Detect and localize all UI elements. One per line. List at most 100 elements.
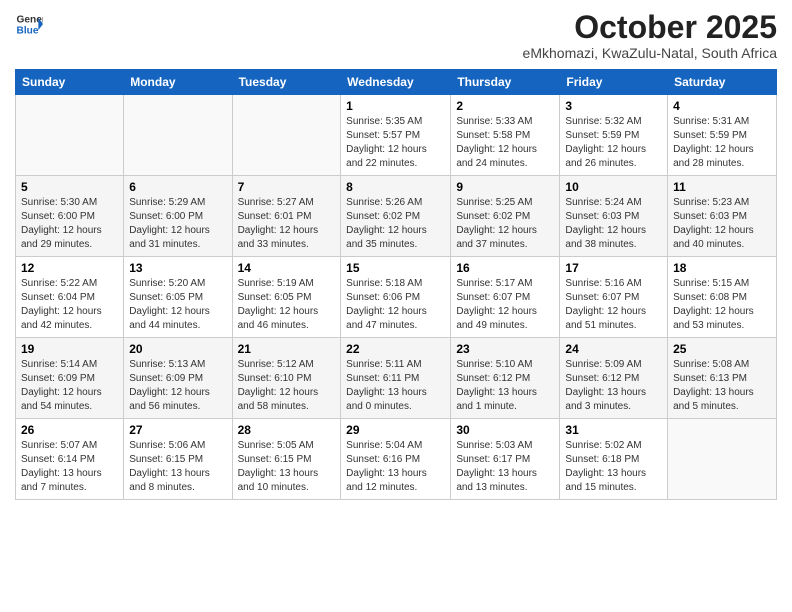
day-number: 16 [456, 261, 554, 275]
calendar-week-row: 12 Sunrise: 5:22 AM Sunset: 6:04 PM Dayli… [16, 257, 777, 338]
day-info: Sunrise: 5:10 AM Sunset: 6:12 PM Dayligh… [456, 358, 554, 414]
day-number: 18 [673, 261, 771, 275]
day-info: Sunrise: 5:22 AM Sunset: 6:04 PM Dayligh… [21, 277, 118, 333]
day-info: Sunrise: 5:13 AM Sunset: 6:09 PM Dayligh… [129, 358, 226, 414]
day-info: Sunrise: 5:19 AM Sunset: 6:05 PM Dayligh… [238, 277, 336, 333]
day-info: Sunrise: 5:06 AM Sunset: 6:15 PM Dayligh… [129, 439, 226, 495]
day-number: 31 [565, 423, 662, 437]
calendar-cell: 17 Sunrise: 5:16 AM Sunset: 6:07 PM Dayli… [560, 257, 668, 338]
calendar-cell: 29 Sunrise: 5:04 AM Sunset: 6:16 PM Dayli… [341, 419, 451, 500]
day-number: 23 [456, 342, 554, 356]
calendar-cell: 21 Sunrise: 5:12 AM Sunset: 6:10 PM Dayli… [232, 338, 341, 419]
calendar-cell: 19 Sunrise: 5:14 AM Sunset: 6:09 PM Dayli… [16, 338, 124, 419]
day-number: 26 [21, 423, 118, 437]
col-header-sunday: Sunday [16, 70, 124, 95]
day-info: Sunrise: 5:17 AM Sunset: 6:07 PM Dayligh… [456, 277, 554, 333]
day-info: Sunrise: 5:31 AM Sunset: 5:59 PM Dayligh… [673, 115, 771, 171]
day-info: Sunrise: 5:33 AM Sunset: 5:58 PM Dayligh… [456, 115, 554, 171]
calendar-cell: 8Sunrise: 5:26 AM Sunset: 6:02 PM Daylig… [341, 176, 451, 257]
day-info: Sunrise: 5:12 AM Sunset: 6:10 PM Dayligh… [238, 358, 336, 414]
day-info: Sunrise: 5:25 AM Sunset: 6:02 PM Dayligh… [456, 196, 554, 252]
day-info: Sunrise: 5:03 AM Sunset: 6:17 PM Dayligh… [456, 439, 554, 495]
day-info: Sunrise: 5:14 AM Sunset: 6:09 PM Dayligh… [21, 358, 118, 414]
col-header-saturday: Saturday [668, 70, 777, 95]
calendar-cell: 9 Sunrise: 5:25 AM Sunset: 6:02 PM Daylig… [451, 176, 560, 257]
calendar-cell [16, 95, 124, 176]
day-info: Sunrise: 5:16 AM Sunset: 6:07 PM Dayligh… [565, 277, 662, 333]
day-number: 12 [21, 261, 118, 275]
day-number: 27 [129, 423, 226, 437]
day-info: Sunrise: 5:15 AM Sunset: 6:08 PM Dayligh… [673, 277, 771, 333]
day-number: 1 [346, 99, 445, 113]
day-info: Sunrise: 5:32 AM Sunset: 5:59 PM Dayligh… [565, 115, 662, 171]
calendar-cell: 25 Sunrise: 5:08 AM Sunset: 6:13 PM Dayli… [668, 338, 777, 419]
day-number: 30 [456, 423, 554, 437]
day-info: Sunrise: 5:20 AM Sunset: 6:05 PM Dayligh… [129, 277, 226, 333]
page-header: General Blue October 2025 eMkhomazi, Kwa… [15, 10, 777, 61]
calendar-cell: 2 Sunrise: 5:33 AM Sunset: 5:58 PM Daylig… [451, 95, 560, 176]
calendar-cell: 1Sunrise: 5:35 AM Sunset: 5:57 PM Daylig… [341, 95, 451, 176]
calendar-week-row: 26 Sunrise: 5:07 AM Sunset: 6:14 PM Dayli… [16, 419, 777, 500]
day-number: 13 [129, 261, 226, 275]
day-number: 6 [129, 180, 226, 194]
calendar-cell: 10 Sunrise: 5:24 AM Sunset: 6:03 PM Dayli… [560, 176, 668, 257]
day-number: 2 [456, 99, 554, 113]
title-block: October 2025 eMkhomazi, KwaZulu-Natal, S… [523, 10, 777, 61]
location-subtitle: eMkhomazi, KwaZulu-Natal, South Africa [523, 45, 777, 61]
day-number: 3 [565, 99, 662, 113]
calendar-cell [124, 95, 232, 176]
calendar-cell: 26 Sunrise: 5:07 AM Sunset: 6:14 PM Dayli… [16, 419, 124, 500]
day-info: Sunrise: 5:30 AM Sunset: 6:00 PM Dayligh… [21, 196, 118, 252]
calendar-cell: 31 Sunrise: 5:02 AM Sunset: 6:18 PM Dayli… [560, 419, 668, 500]
calendar-week-row: 1Sunrise: 5:35 AM Sunset: 5:57 PM Daylig… [16, 95, 777, 176]
calendar-cell: 12 Sunrise: 5:22 AM Sunset: 6:04 PM Dayli… [16, 257, 124, 338]
calendar-table: SundayMondayTuesdayWednesdayThursdayFrid… [15, 69, 777, 500]
day-info: Sunrise: 5:24 AM Sunset: 6:03 PM Dayligh… [565, 196, 662, 252]
calendar-cell: 4 Sunrise: 5:31 AM Sunset: 5:59 PM Daylig… [668, 95, 777, 176]
day-number: 10 [565, 180, 662, 194]
calendar-cell: 11 Sunrise: 5:23 AM Sunset: 6:03 PM Dayli… [668, 176, 777, 257]
logo-icon: General Blue [15, 10, 43, 38]
day-info: Sunrise: 5:29 AM Sunset: 6:00 PM Dayligh… [129, 196, 226, 252]
calendar-cell: 5Sunrise: 5:30 AM Sunset: 6:00 PM Daylig… [16, 176, 124, 257]
calendar-week-row: 5Sunrise: 5:30 AM Sunset: 6:00 PM Daylig… [16, 176, 777, 257]
day-info: Sunrise: 5:23 AM Sunset: 6:03 PM Dayligh… [673, 196, 771, 252]
day-number: 4 [673, 99, 771, 113]
day-number: 19 [21, 342, 118, 356]
day-number: 21 [238, 342, 336, 356]
calendar-cell: 15Sunrise: 5:18 AM Sunset: 6:06 PM Dayli… [341, 257, 451, 338]
day-info: Sunrise: 5:08 AM Sunset: 6:13 PM Dayligh… [673, 358, 771, 414]
calendar-cell: 28 Sunrise: 5:05 AM Sunset: 6:15 PM Dayli… [232, 419, 341, 500]
day-info: Sunrise: 5:07 AM Sunset: 6:14 PM Dayligh… [21, 439, 118, 495]
day-info: Sunrise: 5:05 AM Sunset: 6:15 PM Dayligh… [238, 439, 336, 495]
calendar-cell: 24Sunrise: 5:09 AM Sunset: 6:12 PM Dayli… [560, 338, 668, 419]
day-info: Sunrise: 5:18 AM Sunset: 6:06 PM Dayligh… [346, 277, 445, 333]
calendar-cell: 16 Sunrise: 5:17 AM Sunset: 6:07 PM Dayli… [451, 257, 560, 338]
calendar-cell [668, 419, 777, 500]
col-header-thursday: Thursday [451, 70, 560, 95]
day-number: 20 [129, 342, 226, 356]
calendar-cell: 18 Sunrise: 5:15 AM Sunset: 6:08 PM Dayli… [668, 257, 777, 338]
calendar-cell: 22 Sunrise: 5:11 AM Sunset: 6:11 PM Dayli… [341, 338, 451, 419]
calendar-cell: 7Sunrise: 5:27 AM Sunset: 6:01 PM Daylig… [232, 176, 341, 257]
day-number: 17 [565, 261, 662, 275]
col-header-monday: Monday [124, 70, 232, 95]
day-number: 24 [565, 342, 662, 356]
calendar-cell: 30 Sunrise: 5:03 AM Sunset: 6:17 PM Dayli… [451, 419, 560, 500]
day-number: 7 [238, 180, 336, 194]
day-info: Sunrise: 5:02 AM Sunset: 6:18 PM Dayligh… [565, 439, 662, 495]
logo: General Blue [15, 10, 43, 38]
day-info: Sunrise: 5:11 AM Sunset: 6:11 PM Dayligh… [346, 358, 445, 414]
calendar-cell: 6 Sunrise: 5:29 AM Sunset: 6:00 PM Daylig… [124, 176, 232, 257]
col-header-wednesday: Wednesday [341, 70, 451, 95]
day-number: 28 [238, 423, 336, 437]
day-number: 9 [456, 180, 554, 194]
month-title: October 2025 [523, 10, 777, 45]
day-info: Sunrise: 5:04 AM Sunset: 6:16 PM Dayligh… [346, 439, 445, 495]
col-header-friday: Friday [560, 70, 668, 95]
day-number: 25 [673, 342, 771, 356]
day-number: 29 [346, 423, 445, 437]
day-number: 11 [673, 180, 771, 194]
calendar-cell [232, 95, 341, 176]
day-number: 22 [346, 342, 445, 356]
